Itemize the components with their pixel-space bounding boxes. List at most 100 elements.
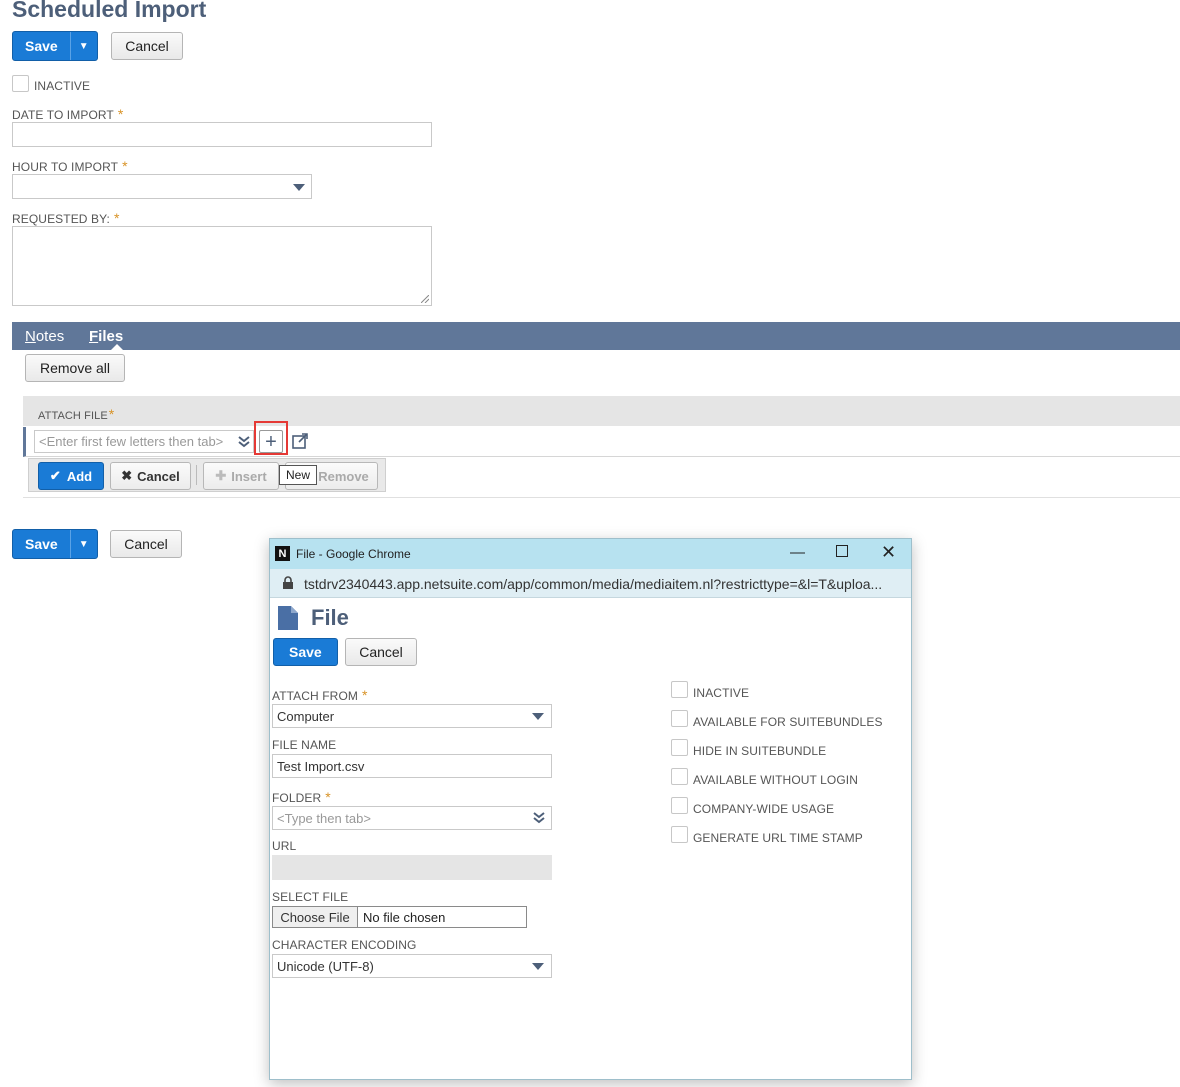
attach-file-label: ATTACH FILE* [38,406,114,422]
required-mark: * [114,210,120,226]
line-cancel-label: Cancel [137,468,180,484]
select-file-label: SELECT FILE [272,890,349,904]
inactive-checkbox[interactable] [671,681,688,698]
available-without-login-checkbox[interactable] [671,768,688,785]
insert-button[interactable]: ✚ Insert [203,462,279,490]
bottom-save-button[interactable]: Save ▼ [12,529,98,559]
close-icon[interactable]: ✕ [881,542,896,563]
required-mark: * [108,406,115,422]
required-mark: * [325,789,331,805]
new-tooltip: New [279,465,318,485]
attach-file-header: ATTACH FILE* [23,396,1180,426]
save-menu-arrow-icon[interactable]: ▼ [69,530,97,558]
tab-files[interactable]: Files [89,328,123,345]
double-chevron-down-icon[interactable] [532,811,546,825]
popup-url-text[interactable]: tstdrv2340443.app.netsuite.com/app/commo… [304,576,882,592]
attach-from-value: Computer [277,709,335,724]
hour-to-import-select[interactable] [12,174,312,199]
double-chevron-down-icon[interactable] [237,435,251,449]
add-label: Add [66,468,93,484]
hide-in-suitebundle-checkbox[interactable] [671,739,688,756]
open-external-icon[interactable] [291,432,309,450]
popup-save-button[interactable]: Save [273,638,338,666]
date-to-import-input[interactable] [12,122,432,147]
checkbox-label: AVAILABLE WITHOUT LOGIN [693,773,859,787]
section-divider [23,497,1180,498]
add-button[interactable]: ✔ Add [38,462,104,490]
cancel-button[interactable]: Cancel [111,32,183,60]
save-button[interactable]: Save ▼ [12,31,98,61]
date-label-text: DATE TO IMPORT [12,108,114,122]
file-picker: Choose File No file chosen [272,906,527,928]
attach-from-text: ATTACH FROM [272,689,358,703]
save-button-label: Save [25,38,58,54]
tab-files-underline: F [89,328,99,345]
file-name-label: FILE NAME [272,738,337,752]
tab-notes[interactable]: Notes [25,328,64,345]
chevron-down-icon [532,713,544,720]
inactive-label: INACTIVE [34,79,91,93]
file-icon [278,606,298,630]
popup-cancel-button[interactable]: Cancel [345,638,417,666]
popup-title-bar: N File - Google Chrome — ✕ [270,539,911,569]
lock-icon [283,576,293,589]
attach-file-row: <Enter first few letters then tab> + [23,421,1180,457]
file-name-value: Test Import.csv [277,759,365,774]
attach-from-select[interactable]: Computer [272,704,552,728]
tab-files-rest: iles [98,328,124,345]
checkbox-label: INACTIVE [693,686,750,700]
minimize-icon[interactable]: — [790,544,805,561]
plus-icon[interactable]: + [259,430,283,453]
save-menu-arrow-icon[interactable]: ▼ [69,32,97,60]
checkbox-label: AVAILABLE FOR SUITEBUNDLES [693,715,883,729]
company-wide-usage-checkbox[interactable] [671,797,688,814]
popup-save-label: Save [289,644,322,660]
generate-url-timestamp-checkbox[interactable] [671,826,688,843]
bottom-cancel-button[interactable]: Cancel [110,530,182,558]
character-encoding-label: CHARACTER ENCODING [272,938,417,952]
tab-notes-rest: otes [35,328,65,345]
folder-label: FOLDER * [272,789,331,805]
tab-notes-underline: N [25,328,36,345]
checkbox-label: COMPANY-WIDE USAGE [693,802,835,816]
line-item-toolbar: ✔ Add ✖ Cancel ✚ Insert Remove New [28,458,386,492]
requested-by-label: REQUESTED BY: * [12,210,120,226]
maximize-icon[interactable] [836,545,848,557]
checkbox-label: GENERATE URL TIME STAMP [693,831,863,845]
subtab-bar: Notes Files [12,322,1180,350]
x-icon: ✖ [121,468,133,483]
popup-window-title: File - Google Chrome [296,547,411,561]
remove-all-button[interactable]: Remove all [25,354,125,382]
resize-handle-icon[interactable] [421,295,429,303]
popup-address-bar: tstdrv2340443.app.netsuite.com/app/commo… [270,569,911,598]
folder-placeholder: <Type then tab> [277,811,371,826]
checkbox-label: HIDE IN SUITEBUNDLE [693,744,827,758]
page-title: Scheduled Import [12,0,207,22]
active-tab-pointer [111,344,123,350]
bottom-save-label: Save [25,536,58,552]
folder-text: FOLDER [272,791,322,805]
character-encoding-select[interactable]: Unicode (UTF-8) [272,954,552,978]
choose-file-button[interactable]: Choose File [273,907,358,927]
toolbar-divider [196,465,197,485]
remove-label: Remove [318,468,369,484]
attach-file-placeholder: <Enter first few letters then tab> [39,434,224,449]
insert-label: Insert [231,468,267,484]
file-popup-window: N File - Google Chrome — ✕ tstdrv2340443… [269,538,912,1080]
file-name-input[interactable]: Test Import.csv [272,754,552,778]
line-cancel-button[interactable]: ✖ Cancel [110,462,191,490]
required-mark: * [117,106,124,122]
popup-heading: File [311,605,349,630]
folder-input[interactable]: <Type then tab> [272,806,552,830]
required-mark: * [361,687,368,703]
requested-by-textarea[interactable] [12,226,432,306]
attach-file-input[interactable]: <Enter first few letters then tab> [34,430,254,453]
date-to-import-label: DATE TO IMPORT * [12,106,123,122]
url-label: URL [272,839,297,853]
encoding-value: Unicode (UTF-8) [277,959,374,974]
attach-from-label: ATTACH FROM * [272,687,368,703]
inactive-checkbox[interactable] [12,75,29,92]
suitebundles-checkbox[interactable] [671,710,688,727]
hour-label-text: HOUR TO IMPORT [12,160,119,174]
chevron-down-icon [532,963,544,970]
